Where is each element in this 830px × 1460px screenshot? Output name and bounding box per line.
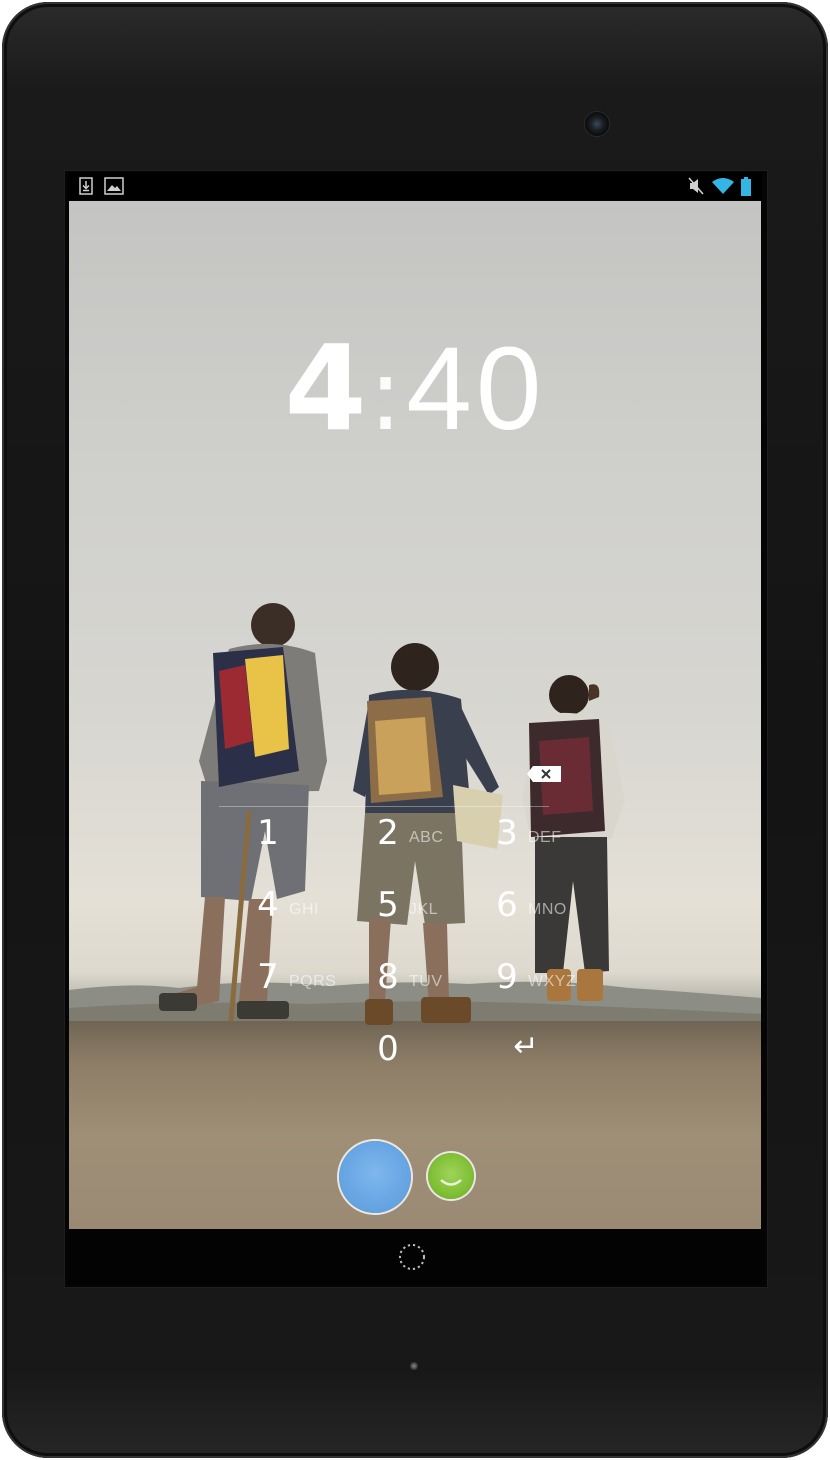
battery-icon <box>741 177 751 196</box>
key-digit: 6 <box>496 885 518 925</box>
key-6[interactable]: 6 MNO <box>488 873 598 935</box>
wifi-icon <box>712 178 734 194</box>
home-icon[interactable] <box>397 1242 427 1272</box>
key-letters: GHI <box>289 901 319 918</box>
key-digit: 7 <box>257 957 279 997</box>
key-letters: ABC <box>409 829 444 846</box>
key-digit: 4 <box>257 885 279 925</box>
key-letters: PQRS <box>289 973 337 990</box>
key-letters: TUV <box>409 973 443 990</box>
user-avatar-blue[interactable] <box>339 1141 411 1213</box>
key-8[interactable]: 8 TUV <box>369 945 479 1007</box>
enter-icon: ↵ <box>513 1029 539 1064</box>
front-camera <box>584 111 610 137</box>
lockscreen: 4:40 1 2 ABC 3 DEF 4 GHI 5 JKL 6 MNO 7 P… <box>69 201 761 1229</box>
image-icon <box>104 177 124 195</box>
lockscreen-clock: 4:40 <box>69 323 761 455</box>
key-2[interactable]: 2 ABC <box>369 801 479 863</box>
status-bar <box>68 172 762 200</box>
mute-icon <box>688 177 704 195</box>
key-digit: 5 <box>377 885 399 925</box>
key-digit: 0 <box>377 1029 399 1069</box>
key-digit: 9 <box>496 957 518 997</box>
key-digit: 8 <box>377 957 399 997</box>
key-letters: DEF <box>528 829 562 846</box>
user-avatar-green[interactable] <box>428 1153 474 1199</box>
clock-hours: 4 <box>284 319 366 457</box>
key-0[interactable]: 0 <box>369 1017 479 1079</box>
smiley-icon <box>440 1179 462 1186</box>
pin-keypad: 1 2 ABC 3 DEF 4 GHI 5 JKL 6 MNO 7 PQRS 8 <box>229 801 589 1091</box>
clock-separator: : <box>368 336 403 453</box>
key-digit: 2 <box>377 813 399 853</box>
key-letters: MNO <box>528 901 567 918</box>
key-letters: WXYZ <box>528 973 577 990</box>
key-digit: 1 <box>257 813 279 853</box>
clock-minutes: 40 <box>406 323 546 455</box>
download-icon <box>79 177 93 195</box>
backspace-icon[interactable] <box>527 766 561 782</box>
key-enter[interactable]: ↵ <box>488 1017 598 1079</box>
key-letters: JKL <box>409 901 439 918</box>
key-5[interactable]: 5 JKL <box>369 873 479 935</box>
key-4[interactable]: 4 GHI <box>249 873 359 935</box>
key-digit: 3 <box>496 813 518 853</box>
notification-led <box>410 1362 418 1370</box>
key-3[interactable]: 3 DEF <box>488 801 598 863</box>
key-7[interactable]: 7 PQRS <box>249 945 359 1007</box>
key-1[interactable]: 1 <box>249 801 359 863</box>
pin-entry-field[interactable] <box>189 754 649 807</box>
key-9[interactable]: 9 WXYZ <box>488 945 598 1007</box>
